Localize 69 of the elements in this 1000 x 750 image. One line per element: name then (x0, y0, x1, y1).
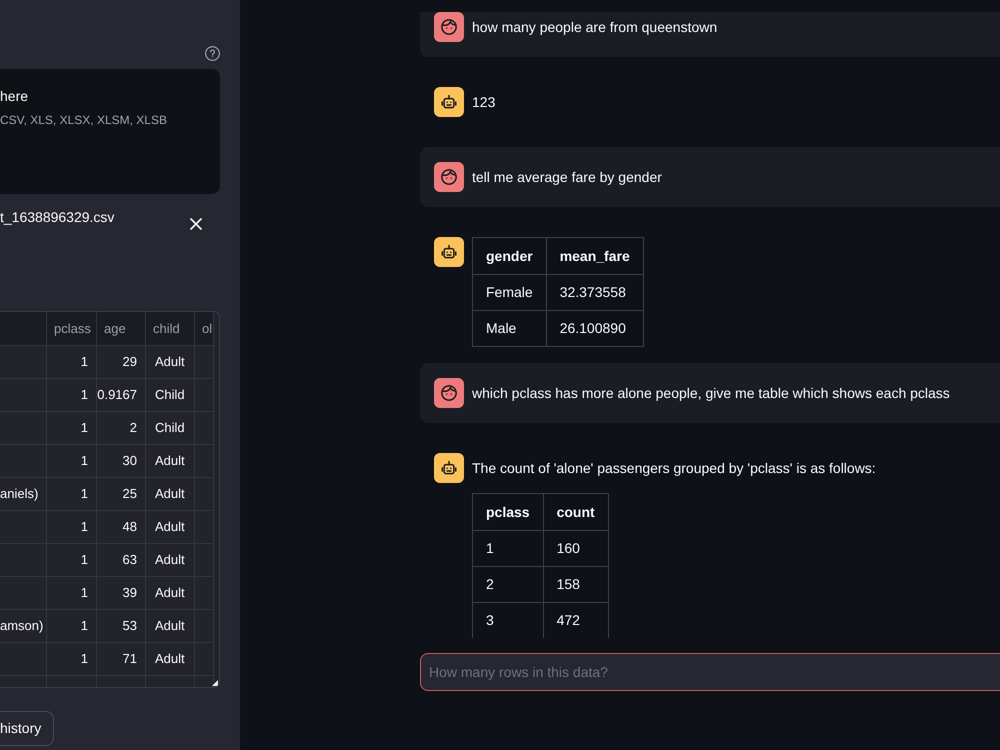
message-text: The count of 'alone' passengers grouped by 'pclass' is as follows: (472, 459, 876, 478)
table-cell-text: Adult (155, 551, 185, 570)
dropzone-title: here (0, 87, 28, 105)
column-header: count (543, 494, 608, 530)
table-cell: Female (472, 274, 546, 310)
table-cell-text: Adult (155, 452, 185, 470)
message-text: which pclass has more alone people, give me table which shows each pclass (472, 384, 950, 403)
message-text: 123 (472, 93, 496, 112)
table-cell-text: 1 (80, 584, 88, 602)
table-cell-text: 1 (80, 551, 88, 570)
close-button[interactable] (190, 218, 202, 230)
table-cell-text: 39 (122, 584, 137, 602)
table-cell-text: Child (155, 419, 185, 438)
table-cell-text: 53 (122, 617, 137, 636)
table-cell-text: Adult (155, 650, 185, 668)
table-cell: 1 (472, 530, 544, 566)
table-cell-text: 1 (80, 518, 88, 536)
table-cell-text: Adult (155, 485, 185, 504)
resize-handle-icon[interactable] (212, 680, 218, 686)
robot-icon (434, 87, 464, 117)
message-text: tell me average fare by gender (472, 168, 662, 187)
help-icon[interactable] (205, 46, 220, 60)
file-dropzone[interactable]: here CSV, XLS, XLSX, XLSM, XLSB (0, 69, 220, 194)
data-table[interactable]: pclass age child ol 1 29 Adult 1 0.9167 Child 1 2 Child 1 30 Adult aniels) 1 25 Adult 1 48 Adult 1 63 Adult 1 39 Adult amson) 1 53 Adult 1 71 Adult (0, 311, 220, 688)
table-cell-text: Adult (155, 518, 185, 536)
column-header[interactable]: ol (195, 312, 214, 345)
table-cell: 160 (543, 530, 608, 566)
table-cell-text: aniels) (0, 485, 38, 504)
table-cell-text: Adult (155, 617, 185, 636)
table-cell: 26.100890 (546, 310, 644, 346)
column-header[interactable]: age (97, 312, 146, 345)
history-button[interactable]: history (0, 711, 54, 746)
column-header: gender (472, 238, 546, 274)
chat-input[interactable]: How many rows in this data? (420, 653, 1000, 691)
table-cell-text: 1 (80, 485, 88, 504)
table-cell-text: 1 (80, 452, 88, 470)
table-cell-text: 30 (122, 452, 137, 470)
table-cell: Male (472, 310, 546, 346)
face-icon (434, 162, 464, 192)
column-header[interactable]: child (146, 312, 195, 345)
column-header: mean_fare (546, 238, 644, 274)
table-cell: 32.373558 (546, 274, 644, 310)
table-cell-text: 29 (122, 353, 137, 372)
face-icon (434, 378, 464, 408)
table-cell-text: 2 (130, 419, 137, 438)
table-cell-text: 1 (80, 353, 88, 372)
robot-icon (434, 453, 464, 483)
dropzone-hint: CSV, XLS, XLSX, XLSM, XLSB (0, 112, 167, 128)
table-cell-text: 63 (122, 551, 137, 570)
table-cell: 3 (472, 602, 544, 638)
table-cell-text: Child (155, 386, 185, 404)
table-cell: 158 (543, 566, 608, 602)
table-cell-text: 25 (122, 485, 137, 504)
message-text: how many people are from queenstown (472, 18, 718, 37)
table-cell-text: 1 (80, 419, 88, 438)
column-header: pclass (472, 494, 544, 530)
table-cell-text: 1 (80, 650, 88, 668)
table-cell-text: Adult (155, 584, 185, 602)
table-cell-text: Adult (155, 353, 185, 372)
table-cell-text: 71 (122, 650, 137, 668)
file-name: t_1638896329.csv (0, 208, 114, 226)
column-header[interactable]: pclass (47, 312, 97, 345)
table-cell-text: 48 (122, 518, 137, 536)
table-cell-text: amson) (0, 617, 44, 636)
table-cell-text: 1 (80, 617, 88, 636)
table-cell: 2 (472, 566, 544, 602)
table-cell-text: 0.9167 (97, 386, 137, 404)
robot-icon (434, 237, 464, 267)
table-cell-text: 1 (80, 386, 88, 404)
